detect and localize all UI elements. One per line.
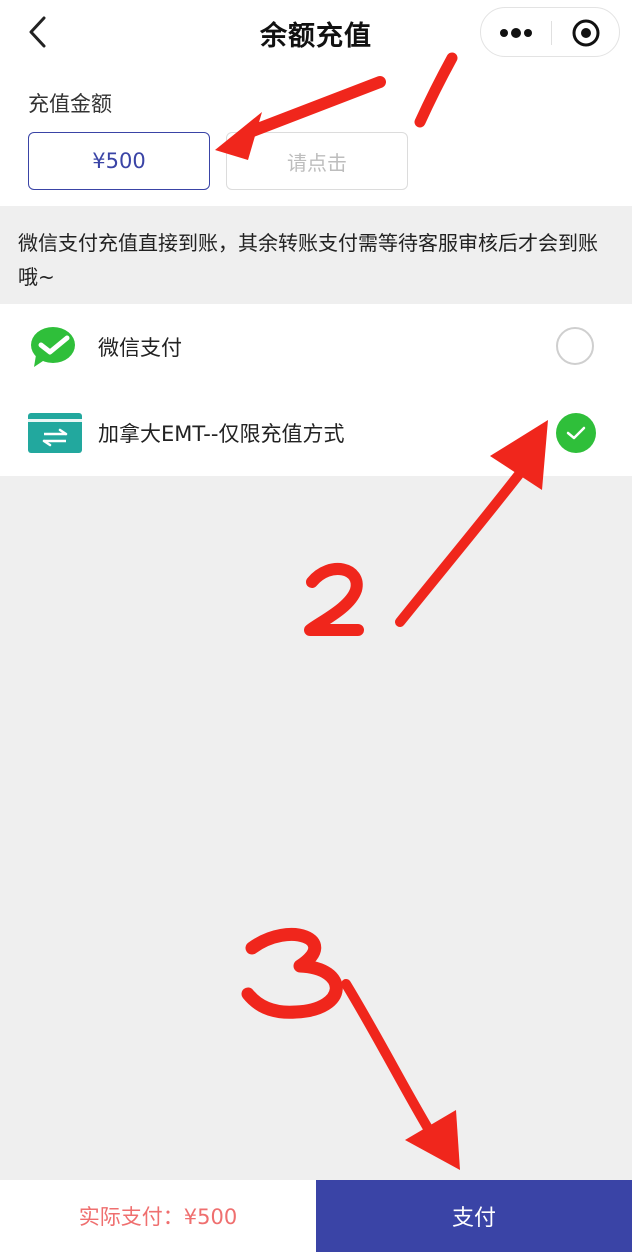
bank-transfer-icon [28, 413, 82, 453]
pay-button[interactable]: 支付 [316, 1180, 632, 1252]
amount-section: 充值金额 ¥500 请点击 [0, 70, 632, 206]
page: 余额充值 充值金额 ¥500 请点击 微信支付充值直接到账，其余转账支付需等待客… [0, 0, 632, 1252]
more-dots-icon [500, 28, 532, 38]
amount-option-selected[interactable]: ¥500 [28, 132, 210, 190]
close-mini-program-button[interactable] [552, 8, 620, 58]
target-circle-icon [572, 19, 600, 47]
actual-pay-amount: 实际支付：¥500 [0, 1180, 316, 1252]
radio-unchecked[interactable] [556, 327, 594, 365]
annotation-arrow-3 [241, 928, 460, 1170]
custom-amount-input[interactable]: 请点击 [226, 132, 408, 190]
wechat-pay-icon [31, 327, 75, 367]
mini-program-capsule [480, 7, 620, 57]
nav-header: 余额充值 [0, 0, 632, 70]
payment-notice: 微信支付充值直接到账，其余转账支付需等待客服审核后才会到账哦~ [0, 206, 632, 304]
payment-option-label: 加拿大EMT--仅限充值方式 [98, 422, 345, 446]
amount-label: 充值金额 [28, 92, 112, 116]
bottom-bar: 实际支付：¥500 支付 [0, 1180, 632, 1252]
check-icon [566, 426, 586, 440]
radio-checked[interactable] [556, 413, 596, 453]
payment-option-emt[interactable]: 加拿大EMT--仅限充值方式 [0, 390, 632, 476]
more-button[interactable] [481, 8, 551, 58]
payment-option-label: 微信支付 [98, 336, 182, 360]
payment-option-wechat[interactable]: 微信支付 [0, 304, 632, 391]
